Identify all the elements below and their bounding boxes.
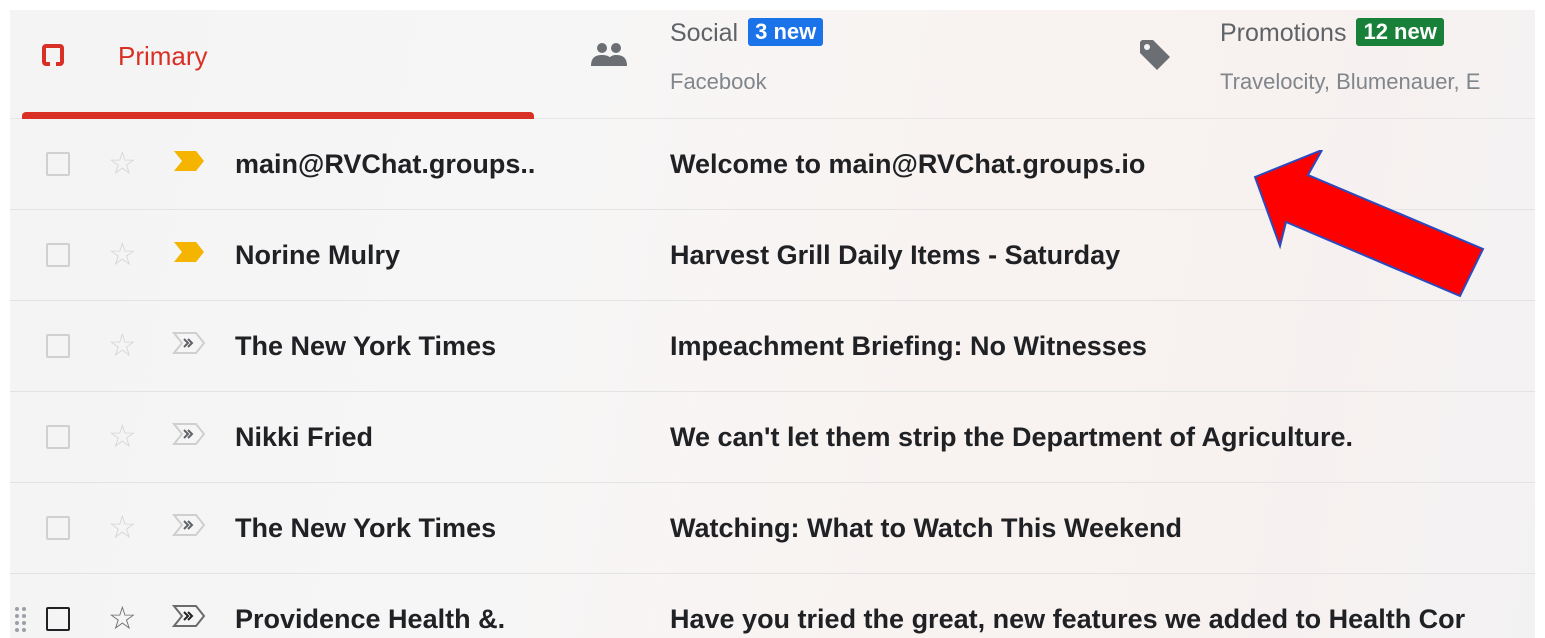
email-sender: Providence Health &. (235, 604, 506, 634)
social-new-badge: 3 new (748, 18, 824, 46)
row-checkbox[interactable] (46, 516, 70, 540)
active-tab-indicator (22, 112, 534, 119)
importance-marker-icon[interactable] (172, 513, 206, 537)
tab-social[interactable]: Social 3 new Facebook (575, 10, 1115, 118)
tab-primary-label: Primary (118, 41, 208, 71)
importance-marker-icon[interactable] (172, 331, 206, 355)
email-subject: Impeachment Briefing: No Witnesses (670, 331, 1147, 361)
screenshot-stage: Primary Social 3 new Facebook Promotions… (0, 0, 1545, 638)
email-subject: Harvest Grill Daily Items - Saturday (670, 240, 1121, 270)
tab-promotions[interactable]: Promotions 12 new Travelocity, Blumenauer… (1135, 10, 1535, 118)
importance-marker-icon[interactable] (172, 604, 206, 628)
email-subject: Watching: What to Watch This Weekend (670, 513, 1182, 543)
drag-handle-icon[interactable] (14, 605, 28, 633)
promotions-new-badge: 12 new (1356, 18, 1444, 46)
star-outline-icon[interactable]: ☆ (108, 509, 137, 545)
tab-social-subtitle: Facebook (670, 69, 767, 94)
email-sender: The New York Times (235, 513, 497, 543)
email-sender: Nikki Fried (235, 422, 374, 452)
email-row[interactable]: ☆ The New York Times Impeachment Briefin… (10, 301, 1535, 392)
row-checkbox[interactable] (46, 607, 70, 631)
star-outline-icon[interactable]: ☆ (108, 236, 137, 272)
email-sender: main@RVChat.groups.. (235, 149, 536, 179)
tab-promotions-subtitle: Travelocity, Blumenauer, E (1220, 69, 1481, 94)
tab-promotions-label: Promotions (1220, 19, 1347, 47)
tab-primary[interactable]: Primary (22, 10, 534, 119)
tab-promotions-title: Promotions 12 new (1220, 18, 1444, 48)
email-subject: Welcome to main@RVChat.groups.io (670, 149, 1146, 179)
importance-marker-icon[interactable] (172, 149, 206, 173)
email-sender: The New York Times (235, 331, 497, 361)
email-sender: Norine Mulry (235, 240, 401, 270)
tag-icon (1140, 40, 1170, 70)
star-outline-icon[interactable]: ☆ (108, 418, 137, 454)
row-checkbox[interactable] (46, 334, 70, 358)
importance-marker-icon[interactable] (172, 422, 206, 446)
star-outline-icon[interactable]: ☆ (108, 327, 137, 363)
star-outline-icon[interactable]: ☆ (108, 600, 137, 636)
gmail-inbox: Primary Social 3 new Facebook Promotions… (10, 10, 1535, 638)
row-checkbox[interactable] (46, 243, 70, 267)
email-row[interactable]: ☆ The New York Times Watching: What to W… (10, 483, 1535, 574)
row-checkbox[interactable] (46, 152, 70, 176)
email-subject: We can't let them strip the Department o… (670, 422, 1354, 452)
tab-social-label: Social (670, 19, 739, 47)
tab-social-title: Social 3 new (670, 18, 824, 48)
annotation-arrow-icon (1253, 150, 1485, 298)
email-subject: Have you tried the great, new features w… (670, 604, 1466, 634)
inbox-icon (42, 44, 64, 66)
email-row[interactable]: ☆ Nikki Fried We can't let them strip th… (10, 392, 1535, 483)
importance-marker-icon[interactable] (172, 240, 206, 264)
category-tabs: Primary Social 3 new Facebook Promotions… (10, 10, 1535, 119)
people-icon (591, 43, 627, 66)
star-outline-icon[interactable]: ☆ (108, 145, 137, 181)
row-checkbox[interactable] (46, 425, 70, 449)
email-row[interactable]: ☆ Providence Health &. Have you tried th… (10, 574, 1535, 638)
